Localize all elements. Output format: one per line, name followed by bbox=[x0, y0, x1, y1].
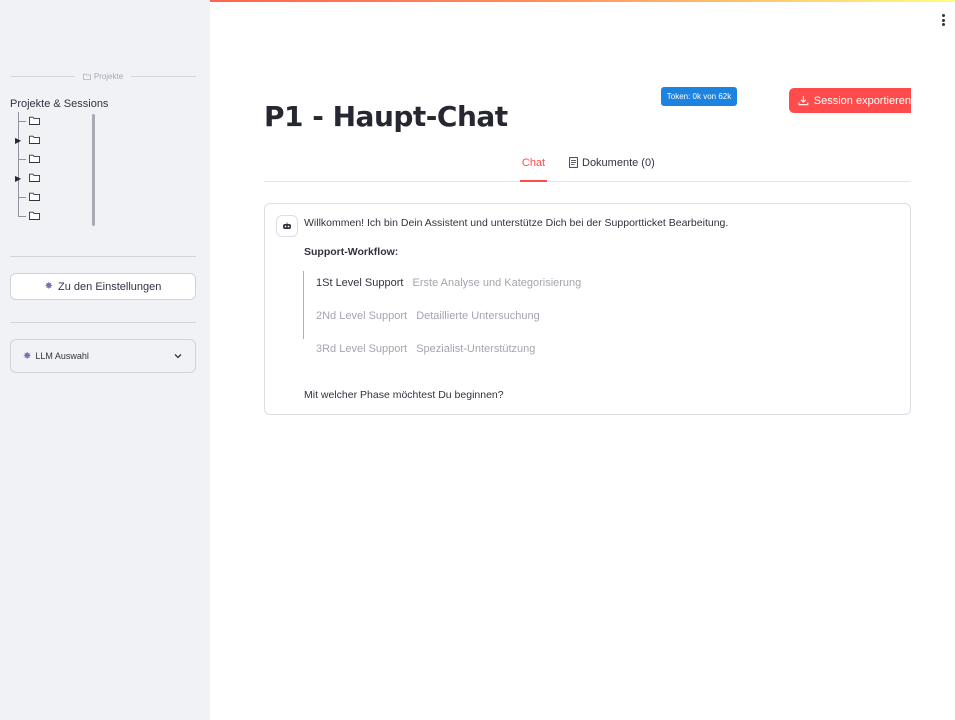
export-session-label: Session exportieren bbox=[813, 94, 911, 107]
tab-chat[interactable]: Chat bbox=[520, 157, 547, 182]
tree-item[interactable] bbox=[12, 150, 82, 169]
workflow-step-name: 2Nd Level Support bbox=[316, 310, 408, 322]
gear-icon: ✸ bbox=[44, 281, 54, 292]
folder-icon bbox=[29, 211, 40, 220]
robot-icon bbox=[283, 222, 291, 229]
workflow-step: 3Rd Level Support Spezialist-Unterstützu… bbox=[316, 343, 535, 355]
token-badge: Token: 0k von 62k bbox=[661, 87, 737, 106]
settings-button[interactable]: ✸ Zu den Einstellungen bbox=[10, 273, 196, 300]
tree-item[interactable]: ▶ bbox=[12, 131, 82, 150]
llm-expander-label: LLM Auswahl bbox=[35, 351, 89, 361]
folder-icon bbox=[29, 116, 40, 125]
workflow-step: 1St Level Support Erste Analyse und Kate… bbox=[316, 277, 581, 289]
workflow-step: 2Nd Level Support Detaillierte Untersuch… bbox=[316, 310, 540, 322]
export-session-button[interactable]: Session exportieren bbox=[789, 88, 911, 113]
document-icon bbox=[569, 157, 578, 168]
tree-scrollbar[interactable] bbox=[92, 114, 95, 226]
folder-icon bbox=[82, 73, 91, 80]
workflow-step-name: 1St Level Support bbox=[316, 277, 404, 289]
closing-question: Mit welcher Phase möchtest Du beginnen? bbox=[304, 389, 504, 401]
tab-chat-label: Chat bbox=[521, 157, 546, 169]
expand-arrow-icon[interactable]: ▶ bbox=[15, 174, 21, 183]
workflow-step-desc: Erste Analyse und Kategorisierung bbox=[412, 277, 582, 289]
workflow-progress-line bbox=[303, 271, 304, 339]
projects-sessions-title: Projekte & Sessions bbox=[10, 98, 109, 110]
projects-divider-label: Projekte bbox=[93, 71, 124, 81]
workflow-step-name: 3Rd Level Support bbox=[316, 343, 408, 355]
folder-icon bbox=[29, 154, 40, 163]
tab-documents[interactable]: Dokumente (0) bbox=[569, 157, 655, 182]
chevron-down-icon bbox=[174, 354, 182, 359]
sidebar: Projekte Projekte & Sessions ▶ ▶ ✸ Zu de… bbox=[0, 0, 210, 720]
download-icon bbox=[798, 96, 809, 106]
project-tree: ▶ ▶ bbox=[12, 112, 97, 228]
projects-divider: Projekte bbox=[10, 70, 197, 82]
llm-selection-expander[interactable]: ✸ LLM Auswahl bbox=[10, 339, 196, 373]
chat-message: Willkommen! Ich bin Dein Assistent und u… bbox=[264, 203, 911, 415]
tree-item[interactable] bbox=[12, 112, 82, 131]
workflow-title: Support-Workflow: bbox=[304, 246, 399, 258]
gear-icon: ✸ bbox=[23, 350, 32, 362]
folder-icon bbox=[29, 192, 40, 201]
workflow-step-desc: Spezialist-Unterstützung bbox=[416, 343, 536, 355]
tree-item[interactable]: ▶ bbox=[12, 169, 82, 188]
folder-icon bbox=[29, 135, 40, 144]
folder-icon bbox=[29, 173, 40, 182]
tree-item[interactable] bbox=[12, 188, 82, 207]
expand-arrow-icon[interactable]: ▶ bbox=[15, 136, 21, 145]
workflow-step-desc: Detaillierte Untersuchung bbox=[416, 310, 540, 322]
settings-button-label: Zu den Einstellungen bbox=[58, 280, 162, 293]
assistant-avatar bbox=[276, 215, 298, 237]
tab-documents-label: Dokumente (0) bbox=[582, 157, 655, 169]
main-menu-icon[interactable] bbox=[938, 12, 948, 28]
page-title: P1 - Haupt-Chat bbox=[264, 100, 508, 133]
tab-bar: Chat Dokumente (0) bbox=[264, 151, 911, 182]
tree-item[interactable] bbox=[12, 207, 82, 226]
welcome-text: Willkommen! Ich bin Dein Assistent und u… bbox=[304, 217, 729, 229]
sidebar-divider bbox=[10, 256, 196, 257]
sidebar-divider bbox=[10, 322, 196, 323]
